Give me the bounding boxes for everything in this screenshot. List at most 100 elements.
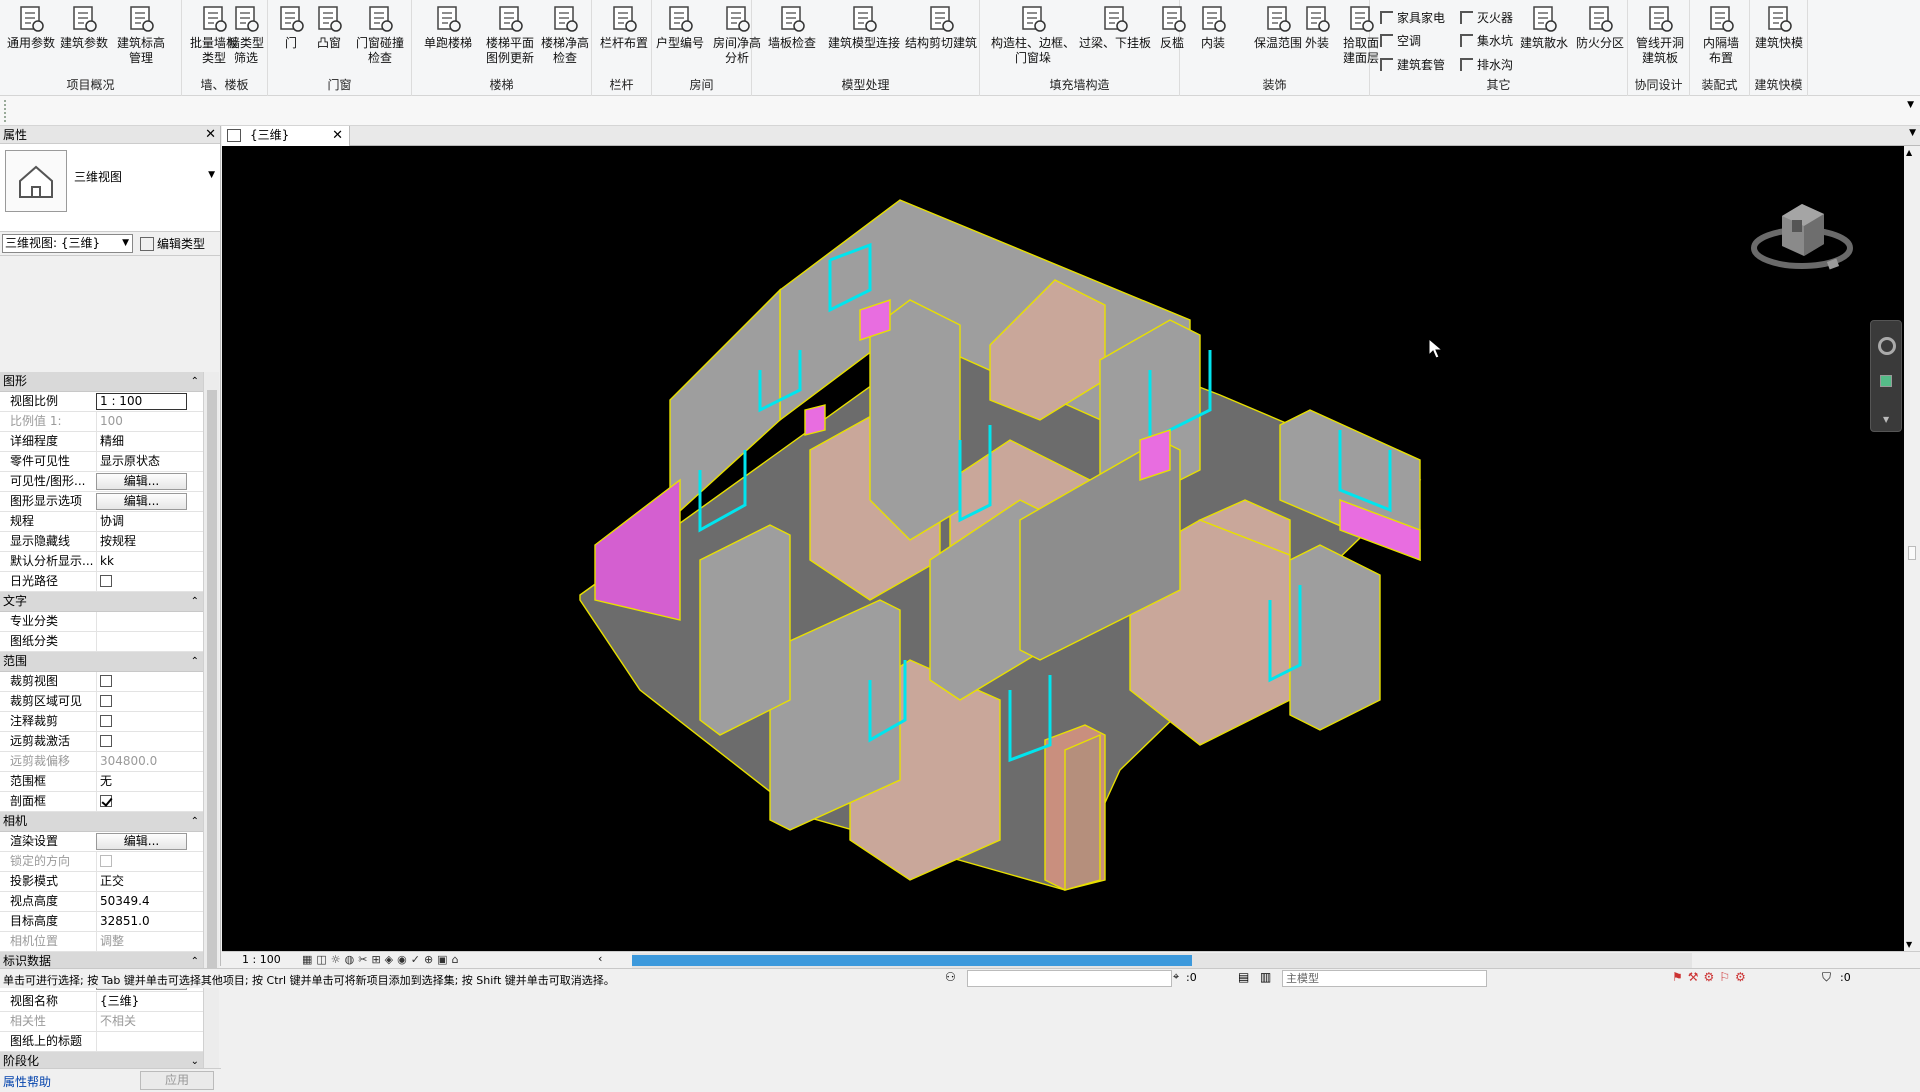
ribbon-button[interactable]: 单跑楼梯: [420, 4, 476, 51]
property-value[interactable]: 无: [96, 772, 203, 791]
property-checkbox[interactable]: [100, 575, 112, 587]
ribbon-button[interactable]: 内装: [1196, 4, 1230, 51]
ribbon-small-button[interactable]: 家具家电: [1380, 9, 1445, 26]
property-value[interactable]: [96, 612, 203, 631]
property-value[interactable]: 50349.4: [96, 892, 203, 911]
type-selector[interactable]: 三维视图 ▼: [0, 144, 220, 232]
ribbon-button[interactable]: 建筑散水: [1518, 4, 1570, 51]
property-value[interactable]: 32851.0: [96, 912, 203, 931]
partition-wall[interactable]: [699, 524, 791, 736]
chevron-down-icon[interactable]: ▼: [1906, 940, 1912, 949]
chevron-down-icon[interactable]: ▼: [1907, 100, 1914, 110]
ribbon-button[interactable]: 内隔墙 布置: [1694, 4, 1748, 66]
chevron-down-icon[interactable]: ▼: [208, 170, 215, 180]
ribbon-small-button[interactable]: 建筑套管: [1380, 56, 1445, 73]
ribbon-button[interactable]: 楼梯平面 图例更新: [480, 4, 540, 66]
editable-only-icon[interactable]: ▤: [1238, 970, 1249, 984]
ribbon-button[interactable]: 栏杆布置: [598, 4, 650, 51]
apply-button[interactable]: 应用: [140, 1071, 214, 1090]
expand-icon[interactable]: ⌄: [191, 1052, 199, 1068]
tab-3d-view[interactable]: {三维} ✕: [222, 126, 350, 146]
ribbon-button[interactable]: 构造柱、边框、 门窗垛: [984, 4, 1082, 66]
collapse-icon[interactable]: ⌃: [191, 812, 199, 831]
ribbon-button[interactable]: 过梁、下挂板: [1076, 4, 1154, 51]
ribbon-button[interactable]: 保温范围: [1248, 4, 1308, 51]
property-value-input[interactable]: 1 : 100: [96, 393, 187, 410]
ribbon-button[interactable]: 门窗碰撞 检查: [350, 4, 410, 66]
balcony-railing[interactable]: [594, 478, 681, 621]
zoom-icon[interactable]: [1880, 375, 1892, 387]
view-selector[interactable]: 三维视图: {三维} ▼: [2, 234, 133, 253]
collapse-icon[interactable]: ⌃: [191, 652, 199, 671]
property-value[interactable]: 协调: [96, 512, 203, 531]
ribbon-button[interactable]: 门: [276, 4, 306, 51]
ribbon-button[interactable]: 外装: [1300, 4, 1334, 51]
view-control-icons[interactable]: ▦◫☼◍✂⊞◈◉✓⊕▣⌂: [302, 953, 463, 966]
design-option-selector[interactable]: [967, 970, 1172, 987]
balcony-railing[interactable]: [804, 404, 826, 436]
ribbon-small-button[interactable]: 灭火器: [1460, 9, 1513, 26]
ribbon-small-button[interactable]: 集水坑: [1460, 32, 1513, 49]
property-checkbox[interactable]: [100, 675, 112, 687]
edit-type-button[interactable]: 编辑类型: [140, 235, 205, 252]
scroll-thumb[interactable]: [1908, 546, 1916, 560]
ribbon-button[interactable]: 凸窗: [314, 4, 344, 51]
collapse-icon[interactable]: ⌃: [191, 592, 199, 611]
selection-options-icons[interactable]: ⚑⚒⚙⚐⚙: [1672, 970, 1751, 984]
property-value[interactable]: 精细: [96, 432, 203, 451]
properties-scrollbar[interactable]: [203, 372, 219, 1068]
property-edit-button[interactable]: 编辑...: [96, 833, 187, 850]
navigation-bar[interactable]: ▼: [1870, 320, 1902, 432]
viewport-horizontal-scrollbar[interactable]: [632, 953, 1692, 968]
collapse-icon[interactable]: ⌃: [191, 372, 199, 391]
ribbon-button[interactable]: 户型编号: [656, 4, 704, 51]
property-value[interactable]: 显示原状态: [96, 452, 203, 471]
close-icon[interactable]: ✕: [332, 126, 343, 145]
workset-icon[interactable]: ⚇: [945, 970, 956, 984]
ribbon-button[interactable]: 通用参数: [4, 4, 58, 51]
close-icon[interactable]: ✕: [205, 126, 216, 144]
ribbon-button[interactable]: 建筑快模: [1754, 4, 1804, 51]
property-value[interactable]: [96, 632, 203, 651]
property-edit-button[interactable]: 编辑...: [96, 473, 187, 490]
property-section-header[interactable]: 范围 ⌃: [0, 652, 203, 672]
ribbon-button[interactable]: 建筑参数: [58, 4, 110, 51]
ribbon-button[interactable]: 建筑模型连接: [826, 4, 902, 51]
property-edit-button[interactable]: 编辑...: [96, 493, 187, 510]
workset-toggle-icon[interactable]: ▥: [1260, 970, 1271, 984]
ribbon-button[interactable]: 墙板检查: [762, 4, 822, 51]
workset-selector[interactable]: 主模型: [1282, 970, 1487, 987]
property-section-header[interactable]: 阶段化 ⌄: [0, 1052, 203, 1068]
property-value[interactable]: [96, 1032, 203, 1051]
property-section-header[interactable]: 文字 ⌃: [0, 592, 203, 612]
hatched-wall[interactable]: [1064, 733, 1101, 891]
property-section-header[interactable]: 图形 ⌃: [0, 372, 203, 392]
property-checkbox[interactable]: [100, 695, 112, 707]
property-checkbox[interactable]: [100, 735, 112, 747]
ribbon-button[interactable]: 防火分区: [1574, 4, 1626, 51]
ribbon-small-button[interactable]: 排水沟: [1460, 56, 1513, 73]
property-checkbox[interactable]: [100, 795, 112, 807]
property-value[interactable]: 正交: [96, 872, 203, 891]
ribbon-button[interactable]: 楼梯净高 检查: [536, 4, 594, 66]
viewport-vertical-scrollbar[interactable]: ▲ ▼: [1904, 146, 1920, 951]
ribbon-button[interactable]: 管线开洞 建筑板: [1632, 4, 1688, 66]
ribbon-small-button[interactable]: 空调: [1380, 32, 1421, 49]
property-section-header[interactable]: 相机 ⌃: [0, 812, 203, 832]
steering-wheel-icon[interactable]: [1878, 337, 1896, 355]
viewcube-icon[interactable]: [1742, 186, 1862, 286]
partition-wall[interactable]: [869, 299, 961, 541]
properties-help-link[interactable]: 属性帮助: [3, 1073, 51, 1090]
property-value[interactable]: 按规程: [96, 532, 203, 551]
3d-viewport[interactable]: ▼: [222, 146, 1904, 951]
partition-wall[interactable]: [1289, 544, 1381, 731]
chevron-down-icon[interactable]: ▼: [1883, 415, 1889, 424]
ribbon-button[interactable]: 建筑标高 管理: [112, 4, 170, 66]
building-3d-model[interactable]: [222, 146, 1904, 951]
property-value[interactable]: kk: [96, 552, 203, 571]
ribbon-button[interactable]: 墙类型 筛选: [224, 4, 268, 66]
filter-icon[interactable]: ⛉: [1822, 970, 1831, 985]
chevron-up-icon[interactable]: ▲: [1906, 148, 1912, 157]
chevron-down-icon[interactable]: ▼: [1909, 128, 1916, 138]
ribbon-button[interactable]: 结构剪切建筑: [904, 4, 978, 51]
